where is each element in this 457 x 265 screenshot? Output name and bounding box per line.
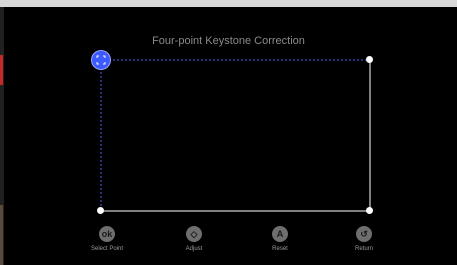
directional-pad-icon[interactable]: ◇	[186, 226, 202, 242]
reset-control[interactable]: A Reset	[250, 226, 310, 252]
adjust-label: Adjust	[185, 246, 203, 252]
select-point-label: Select Point	[90, 246, 124, 252]
return-icon[interactable]: ↺	[356, 226, 372, 242]
return-label: Return	[354, 246, 373, 252]
corner-bottom-right[interactable]	[366, 207, 373, 214]
ok-icon[interactable]: ok	[99, 226, 115, 242]
select-point-control[interactable]: ok Select Point	[77, 226, 137, 252]
corner-top-left-selected[interactable]	[92, 51, 110, 69]
corner-top-right[interactable]	[366, 56, 373, 63]
return-control[interactable]: ↺ Return	[334, 226, 394, 252]
reset-icon[interactable]: A	[272, 226, 288, 242]
move-arrows-icon	[96, 55, 106, 65]
corner-bottom-left[interactable]	[97, 207, 104, 214]
reset-label: Reset	[272, 246, 288, 252]
adjust-control[interactable]: ◇ Adjust	[164, 226, 224, 252]
